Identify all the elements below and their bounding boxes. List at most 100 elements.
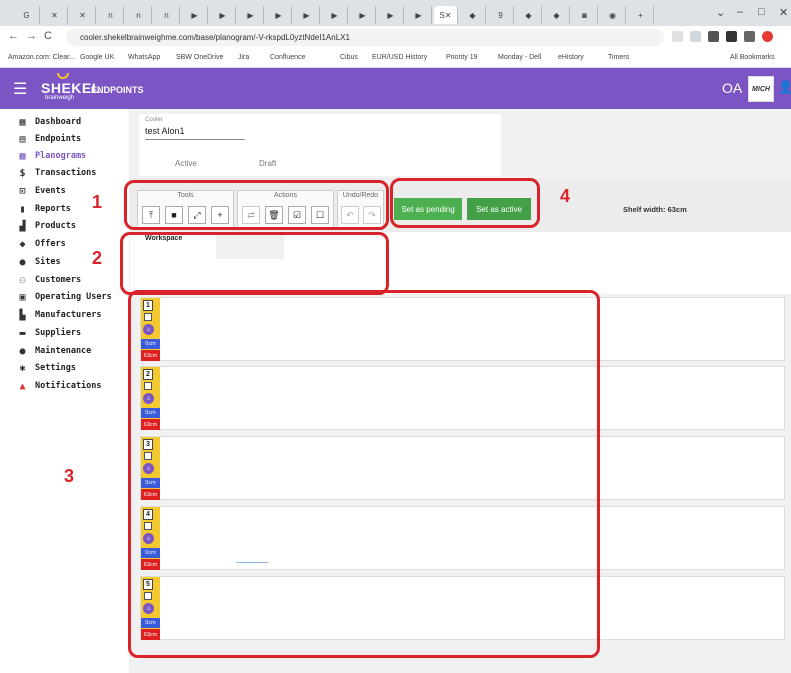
lock-icon[interactable]: ⌂: [143, 533, 154, 544]
sidebar-item-customers[interactable]: ⚇ Customers: [16, 272, 128, 288]
browser-tab[interactable]: ◆: [544, 6, 570, 24]
lock-icon[interactable]: ⌂: [143, 463, 154, 474]
reload-icon[interactable]: C: [44, 30, 52, 42]
new-tab-button[interactable]: +: [628, 6, 654, 24]
browser-tab[interactable]: ✕: [42, 6, 68, 24]
user-initials[interactable]: OA: [722, 80, 742, 96]
user-icon[interactable]: 👤: [778, 80, 791, 94]
browser-tab[interactable]: ▶: [378, 6, 404, 24]
trash-icon[interactable]: 🗑: [265, 206, 283, 224]
extension-icon[interactable]: [744, 31, 755, 42]
tab-draft[interactable]: Draft: [259, 159, 276, 168]
browser-tab[interactable]: ▶: [406, 6, 432, 24]
profile-icon[interactable]: [762, 31, 773, 42]
sidebar-item-dashboard[interactable]: ▦ Dashboard: [16, 114, 128, 130]
browser-tab[interactable]: n: [98, 6, 124, 24]
extension-icon[interactable]: [726, 31, 737, 42]
url-field[interactable]: cooler.shekelbrainweighme.com/base/plano…: [66, 29, 664, 46]
sidebar-item-manufacturers[interactable]: ▙ Manufacturers: [16, 307, 128, 323]
browser-tab[interactable]: ▶: [350, 6, 376, 24]
shelf-row[interactable]: 2 ⌂ 0cm 63cm: [140, 366, 785, 430]
sidebar-item-notifications[interactable]: ▲ Notifications: [16, 378, 128, 394]
upload-icon[interactable]: ⤒: [142, 206, 160, 224]
extension-icon[interactable]: [708, 31, 719, 42]
lock-icon[interactable]: ⌂: [143, 324, 154, 335]
square-icon[interactable]: ■: [165, 206, 183, 224]
swap-icon[interactable]: ⇄: [242, 206, 260, 224]
tab-strip[interactable]: G ✕ ✕ n n n ▶ ▶ ▶ ▶ ▶ ▶ ▶ ▶ ▶ S✕ ◆ 9 ◆ ◆…: [14, 6, 714, 26]
add-move-icon[interactable]: +: [211, 206, 229, 224]
sidebar-item-settings[interactable]: ✱ Settings: [16, 360, 128, 376]
bookmark[interactable]: Cibus: [340, 54, 358, 61]
check-box-icon[interactable]: ☑: [288, 206, 306, 224]
browser-tab[interactable]: ▶: [266, 6, 292, 24]
sidebar-item-sites[interactable]: ● Sites: [16, 254, 128, 270]
shelf-row[interactable]: 1 ⌂ 0cm 63cm: [140, 297, 785, 361]
redo-icon[interactable]: ↷: [363, 206, 381, 224]
sidebar-item-maintenance[interactable]: ● Maintenance: [16, 343, 128, 359]
extension-icon[interactable]: [672, 31, 683, 42]
minimize-button[interactable]: –: [737, 6, 743, 18]
sidebar-item-endpoints[interactable]: ▤ Endpoints: [16, 131, 128, 147]
lock-icon[interactable]: ⌂: [143, 603, 154, 614]
browser-tab[interactable]: ▶: [182, 6, 208, 24]
bookmark[interactable]: Google UK: [80, 54, 114, 61]
bookmark[interactable]: SBW OneDrive: [176, 54, 223, 61]
browser-tab[interactable]: ◆: [460, 6, 486, 24]
bookmark[interactable]: Confluence: [270, 54, 305, 61]
browser-tab-active[interactable]: S✕: [434, 6, 458, 24]
close-window-button[interactable]: ✕: [779, 6, 788, 19]
browser-tab[interactable]: ◉: [600, 6, 626, 24]
shelf-row[interactable]: 3 ⌂ 0cm 63cm: [140, 436, 785, 500]
extension-icon[interactable]: [690, 31, 701, 42]
browser-tab[interactable]: n: [154, 6, 180, 24]
undo-icon[interactable]: ↶: [341, 206, 359, 224]
tab-active[interactable]: Active: [175, 159, 197, 168]
bookmark[interactable]: EUR/USD History: [372, 54, 427, 61]
sidebar-item-offers[interactable]: ◆ Offers: [16, 236, 128, 252]
browser-tab[interactable]: ✕: [70, 6, 96, 24]
all-bookmarks[interactable]: All Bookmarks: [730, 54, 775, 61]
shelf-row[interactable]: 4 ⌂ 0cm 63cm: [140, 506, 785, 570]
shelf-checkbox[interactable]: [144, 522, 152, 530]
bookmark[interactable]: eHistory: [558, 54, 584, 61]
browser-tab[interactable]: ◙: [572, 6, 598, 24]
browser-tab[interactable]: ▶: [294, 6, 320, 24]
maximize-button[interactable]: □: [758, 6, 765, 18]
sidebar-item-products[interactable]: ▟ Products: [16, 218, 128, 234]
bookmark[interactable]: Amazon.com: Clear...: [8, 54, 75, 61]
sidebar-item-operating-users[interactable]: ▣ Operating Users: [16, 289, 128, 305]
cooler-field[interactable]: test Alon1: [145, 126, 185, 136]
menu-icon[interactable]: ☰: [13, 79, 27, 99]
browser-tab[interactable]: ▶: [238, 6, 264, 24]
sidebar-item-reports[interactable]: ▮ Reports: [16, 201, 128, 217]
shelf-checkbox[interactable]: [144, 452, 152, 460]
sidebar-item-planograms[interactable]: ▦ Planograms: [16, 148, 128, 164]
forward-icon[interactable]: →: [26, 30, 37, 42]
bookmark[interactable]: Jira: [238, 54, 249, 61]
expand-icon[interactable]: ⤢: [188, 206, 206, 224]
bookmark[interactable]: WhatsApp: [128, 54, 160, 61]
sidebar-item-suppliers[interactable]: ▬ Suppliers: [16, 325, 128, 341]
shelf-row[interactable]: 5 ⌂ 0cm 63cm: [140, 576, 785, 640]
bookmark[interactable]: Monday - Dell: [498, 54, 541, 61]
sidebar-item-transactions[interactable]: $ Transactions: [16, 165, 128, 181]
browser-tab[interactable]: ▶: [322, 6, 348, 24]
shelf-checkbox[interactable]: [144, 313, 152, 321]
bookmark[interactable]: Priority 19: [446, 54, 478, 61]
browser-tab[interactable]: G: [14, 6, 40, 24]
workspace-panel[interactable]: Workspace: [130, 232, 791, 294]
set-as-pending-button[interactable]: Set as pending: [394, 198, 462, 220]
browser-tab[interactable]: 9: [488, 6, 514, 24]
set-as-active-button[interactable]: Set as active: [467, 198, 531, 220]
lock-icon[interactable]: ⌂: [143, 393, 154, 404]
shelf-checkbox[interactable]: [144, 382, 152, 390]
empty-box-icon[interactable]: ☐: [311, 206, 329, 224]
browser-tab[interactable]: ◆: [516, 6, 542, 24]
back-icon[interactable]: ←: [8, 30, 19, 42]
browser-tab[interactable]: n: [126, 6, 152, 24]
sidebar-item-events[interactable]: ⊡ Events: [16, 183, 128, 199]
bookmark[interactable]: Timers: [608, 54, 629, 61]
browser-tab[interactable]: ▶: [210, 6, 236, 24]
shelf-checkbox[interactable]: [144, 592, 152, 600]
